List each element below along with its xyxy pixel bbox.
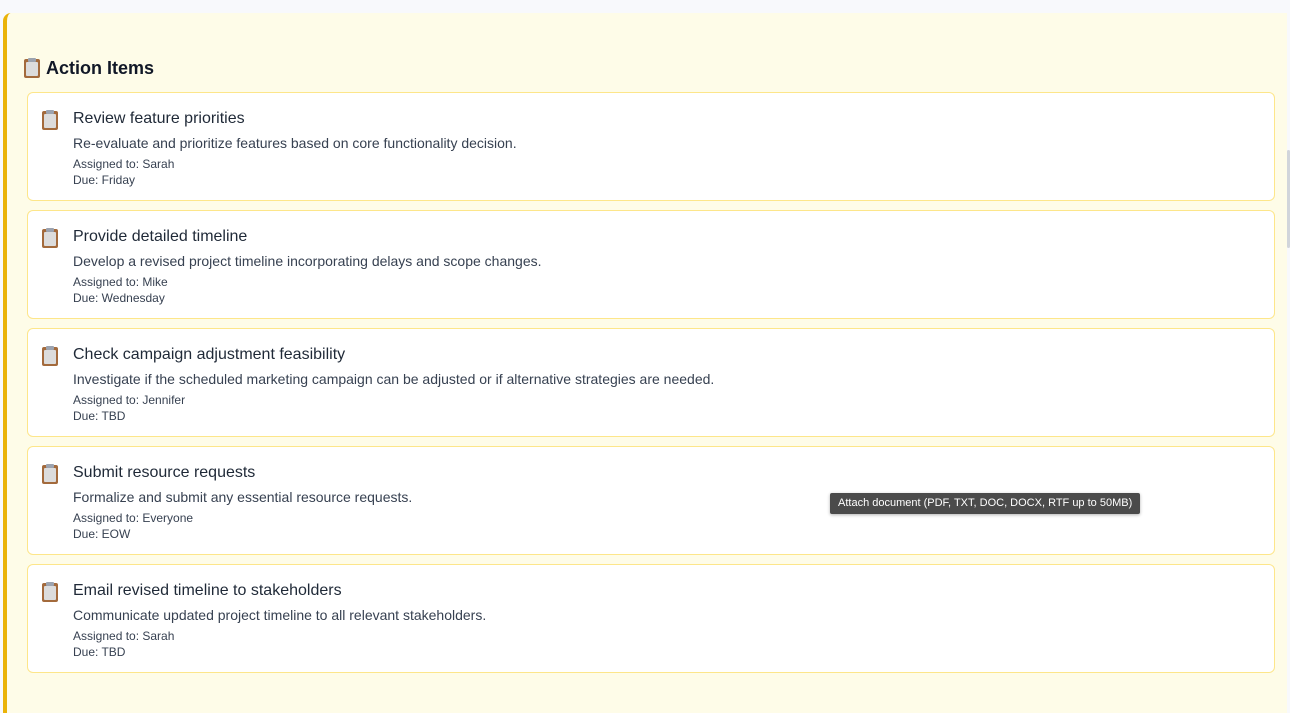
action-item-title: Provide detailed timeline xyxy=(73,228,248,245)
section-title: Action Items xyxy=(24,58,154,79)
action-items-panel: Action Items Review feature priorities R… xyxy=(3,13,1287,713)
action-item-due: Due: TBD xyxy=(73,645,126,659)
action-item-assignee: Assigned to: Jennifer xyxy=(73,393,186,407)
action-item-description: Re-evaluate and prioritize features base… xyxy=(73,135,517,151)
action-item-description: Communicate updated project timeline to … xyxy=(73,607,487,623)
action-item-description: Formalize and submit any essential resou… xyxy=(73,489,413,505)
action-item-description: Develop a revised project timeline incor… xyxy=(73,253,542,269)
action-item-title: Review feature priorities xyxy=(73,110,245,127)
clipboard-icon xyxy=(42,582,58,602)
action-item-assignee: Assigned to: Everyone xyxy=(73,511,194,525)
action-item-description: Investigate if the scheduled marketing c… xyxy=(73,371,715,387)
action-item-title: Check campaign adjustment feasibility xyxy=(73,346,346,363)
action-item-title: Submit resource requests xyxy=(73,464,256,481)
action-item-card: Check campaign adjustment feasibility In… xyxy=(27,328,1275,437)
action-item-card: Review feature priorities Re-evaluate an… xyxy=(27,92,1275,201)
action-item-card: Email revised timeline to stakeholders C… xyxy=(27,564,1275,673)
action-item-assignee: Assigned to: Sarah xyxy=(73,157,175,171)
action-item-due: Due: TBD xyxy=(73,409,126,423)
action-item-due: Due: Wednesday xyxy=(73,291,165,305)
clipboard-icon xyxy=(42,346,58,366)
action-item-card: Provide detailed timeline Develop a revi… xyxy=(27,210,1275,319)
action-item-due: Due: EOW xyxy=(73,527,131,541)
clipboard-icon xyxy=(24,58,40,78)
clipboard-icon xyxy=(42,228,58,248)
action-item-assignee: Assigned to: Mike xyxy=(73,275,168,289)
action-item-due: Due: Friday xyxy=(73,173,136,187)
action-item-title: Email revised timeline to stakeholders xyxy=(73,582,342,599)
section-title-text: Action Items xyxy=(46,58,155,78)
action-item-assignee: Assigned to: Sarah xyxy=(73,629,175,643)
clipboard-icon xyxy=(42,110,58,130)
clipboard-icon xyxy=(42,464,58,484)
attach-document-tooltip: Attach document (PDF, TXT, DOC, DOCX, RT… xyxy=(830,493,1141,514)
